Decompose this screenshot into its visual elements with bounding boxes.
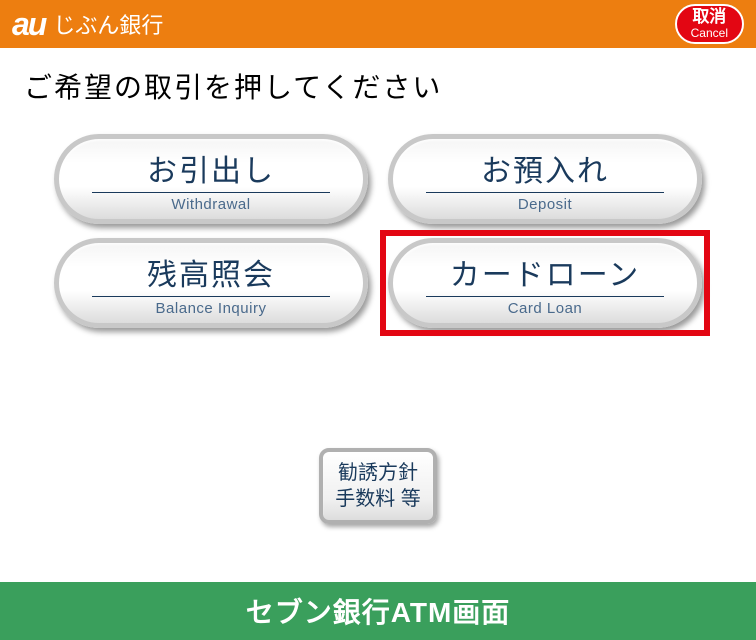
divider <box>426 296 663 297</box>
transaction-button-grid: お引出し Withdrawal お預入れ Deposit 残高照会 Balanc… <box>24 134 732 328</box>
info-line2: 手数料 等 <box>335 486 421 512</box>
info-button-area: 勧誘方針 手数料 等 <box>24 448 732 524</box>
balance-label-jp: 残高照会 <box>147 250 275 294</box>
balance-label-en: Balance Inquiry <box>156 300 267 317</box>
withdrawal-button[interactable]: お引出し Withdrawal <box>54 134 368 224</box>
deposit-label-jp: お預入れ <box>481 146 609 190</box>
logo-area: au じぶん銀行 <box>12 6 163 43</box>
content: ご希望の取引を押してください お引出し Withdrawal お預入れ Depo… <box>0 48 756 524</box>
info-line1: 勧誘方針 <box>335 460 421 486</box>
divider <box>92 296 329 297</box>
cancel-label-jp: 取消 <box>691 8 728 27</box>
solicitation-fees-button[interactable]: 勧誘方針 手数料 等 <box>319 448 437 524</box>
card-loan-button[interactable]: カードローン Card Loan <box>388 238 702 328</box>
divider <box>92 192 329 193</box>
header: au じぶん銀行 取消 Cancel <box>0 0 756 48</box>
withdrawal-label-jp: お引出し <box>147 146 275 190</box>
cancel-label-en: Cancel <box>691 27 728 40</box>
cancel-button[interactable]: 取消 Cancel <box>675 4 744 44</box>
prompt-text: ご希望の取引を押してください <box>24 66 732 106</box>
loan-label-jp: カードローン <box>450 250 641 294</box>
loan-label-en: Card Loan <box>508 300 583 317</box>
deposit-button[interactable]: お預入れ Deposit <box>388 134 702 224</box>
card-loan-highlight: カードローン Card Loan <box>388 238 702 328</box>
footer-caption: セブン銀行ATM画面 <box>246 591 511 631</box>
deposit-label-en: Deposit <box>518 196 572 213</box>
footer: セブン銀行ATM画面 <box>0 582 756 640</box>
balance-inquiry-button[interactable]: 残高照会 Balance Inquiry <box>54 238 368 328</box>
withdrawal-label-en: Withdrawal <box>171 196 250 213</box>
bank-name: じぶん銀行 <box>53 8 163 40</box>
au-logo: au <box>12 6 45 43</box>
divider <box>426 192 663 193</box>
